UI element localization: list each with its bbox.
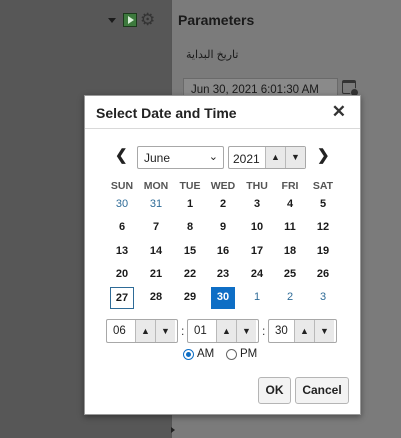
selected-day[interactable]: 30	[211, 287, 235, 309]
time-separator: :	[262, 324, 266, 338]
start-date-label: تاريخ البداية	[186, 49, 239, 61]
minute-decrement-button[interactable]: ▼	[236, 320, 256, 342]
calendar-day[interactable]: 20	[110, 264, 134, 286]
date-time-dialog: Select Date and Time ✕ ❮ June ⌄ 2021 ▲ ▼…	[84, 95, 361, 415]
pm-label: PM	[240, 348, 258, 360]
year-decrement-button[interactable]: ▼	[285, 147, 305, 168]
calendar-day[interactable]: 1	[245, 287, 269, 309]
calendar-day[interactable]: 2	[278, 287, 302, 309]
calendar-day[interactable]: 22	[178, 264, 202, 286]
weekday-header: WED	[210, 180, 236, 192]
time-separator: :	[181, 324, 185, 338]
calendar-day[interactable]: 25	[278, 264, 302, 286]
calendar-day[interactable]: 5	[311, 194, 335, 216]
chevron-down-icon: ⌄	[208, 151, 218, 163]
dialog-divider	[85, 128, 360, 129]
calendar-day[interactable]: 4	[278, 194, 302, 216]
calendar-day[interactable]: 9	[211, 217, 235, 239]
dialog-title: Select Date and Time	[96, 105, 237, 121]
calendar-day[interactable]: 11	[278, 217, 302, 239]
panel-toolbar: ⚙	[108, 11, 155, 28]
hour-decrement-button[interactable]: ▼	[155, 320, 175, 342]
minute-increment-button[interactable]: ▲	[216, 320, 236, 342]
calendar-day[interactable]: 16	[211, 241, 235, 263]
calendar-day[interactable]: 24	[245, 264, 269, 286]
weekday-header: MON	[143, 180, 169, 192]
am-option[interactable]: AM	[183, 348, 214, 360]
hour-stepper[interactable]: 06 ▲ ▼	[106, 319, 178, 343]
calendar-day[interactable]: 23	[211, 264, 235, 286]
calendar-day[interactable]: 12	[311, 217, 335, 239]
calendar-day[interactable]: 21	[144, 264, 168, 286]
panel-title: Parameters	[178, 12, 255, 28]
ok-button[interactable]: OK	[258, 377, 291, 404]
second-decrement-button[interactable]: ▼	[314, 320, 334, 342]
run-icon[interactable]	[123, 13, 137, 27]
pm-radio[interactable]	[226, 348, 237, 360]
calendar-day[interactable]: 3	[245, 194, 269, 216]
pm-option[interactable]: PM	[226, 348, 257, 360]
calendar-day[interactable]: 8	[178, 217, 202, 239]
calendar-day[interactable]: 6	[110, 217, 134, 239]
weekday-header: SAT	[312, 180, 334, 192]
weekday-header: SUN	[110, 180, 134, 192]
calendar-day[interactable]: 26	[311, 264, 335, 286]
close-icon[interactable]: ✕	[332, 102, 346, 122]
am-radio[interactable]	[183, 348, 194, 360]
calendar-day[interactable]: 13	[110, 241, 134, 263]
calendar-day[interactable]: 7	[144, 217, 168, 239]
calendar-day[interactable]: 31	[144, 194, 168, 216]
calendar-day[interactable]: 17	[245, 241, 269, 263]
weekday-header: TUE	[179, 180, 201, 192]
calendar-clock-icon[interactable]	[342, 80, 359, 97]
calendar-day[interactable]: 14	[144, 241, 168, 263]
weekday-header: FRI	[281, 180, 299, 192]
calendar-day[interactable]: 15	[178, 241, 202, 263]
calendar-day[interactable]: 30	[110, 194, 134, 216]
month-select[interactable]: June ⌄	[137, 146, 224, 169]
today-day[interactable]: 27	[110, 287, 134, 309]
hour-increment-button[interactable]: ▲	[135, 320, 155, 342]
second-value: 30	[275, 325, 288, 337]
dropdown-caret-icon[interactable]	[108, 17, 116, 23]
month-value: June	[144, 151, 171, 165]
gear-icon[interactable]: ⚙	[140, 11, 155, 28]
calendar-day[interactable]: 29	[178, 287, 202, 309]
calendar-day[interactable]: 2	[211, 194, 235, 216]
minute-stepper[interactable]: 01 ▲ ▼	[187, 319, 259, 343]
minute-value: 01	[194, 325, 207, 337]
previous-month-button[interactable]: ❮	[115, 148, 128, 164]
calendar-day[interactable]: 19	[311, 241, 335, 263]
year-value: 2021	[233, 152, 260, 166]
calendar-day[interactable]: 28	[144, 287, 168, 309]
year-increment-button[interactable]: ▲	[265, 147, 285, 168]
second-increment-button[interactable]: ▲	[294, 320, 314, 342]
calendar-day[interactable]: 10	[245, 217, 269, 239]
calendar-day[interactable]: 18	[278, 241, 302, 263]
second-stepper[interactable]: 30 ▲ ▼	[268, 319, 337, 343]
calendar-day[interactable]: 1	[178, 194, 202, 216]
panel-resize-handle[interactable]	[171, 427, 175, 433]
cancel-button[interactable]: Cancel	[295, 377, 349, 404]
weekday-header: THU	[246, 180, 268, 192]
hour-value: 06	[113, 325, 126, 337]
calendar-day[interactable]: 3	[311, 287, 335, 309]
next-month-button[interactable]: ❯	[317, 148, 330, 164]
am-label: AM	[197, 348, 215, 360]
year-stepper[interactable]: 2021 ▲ ▼	[228, 146, 306, 169]
